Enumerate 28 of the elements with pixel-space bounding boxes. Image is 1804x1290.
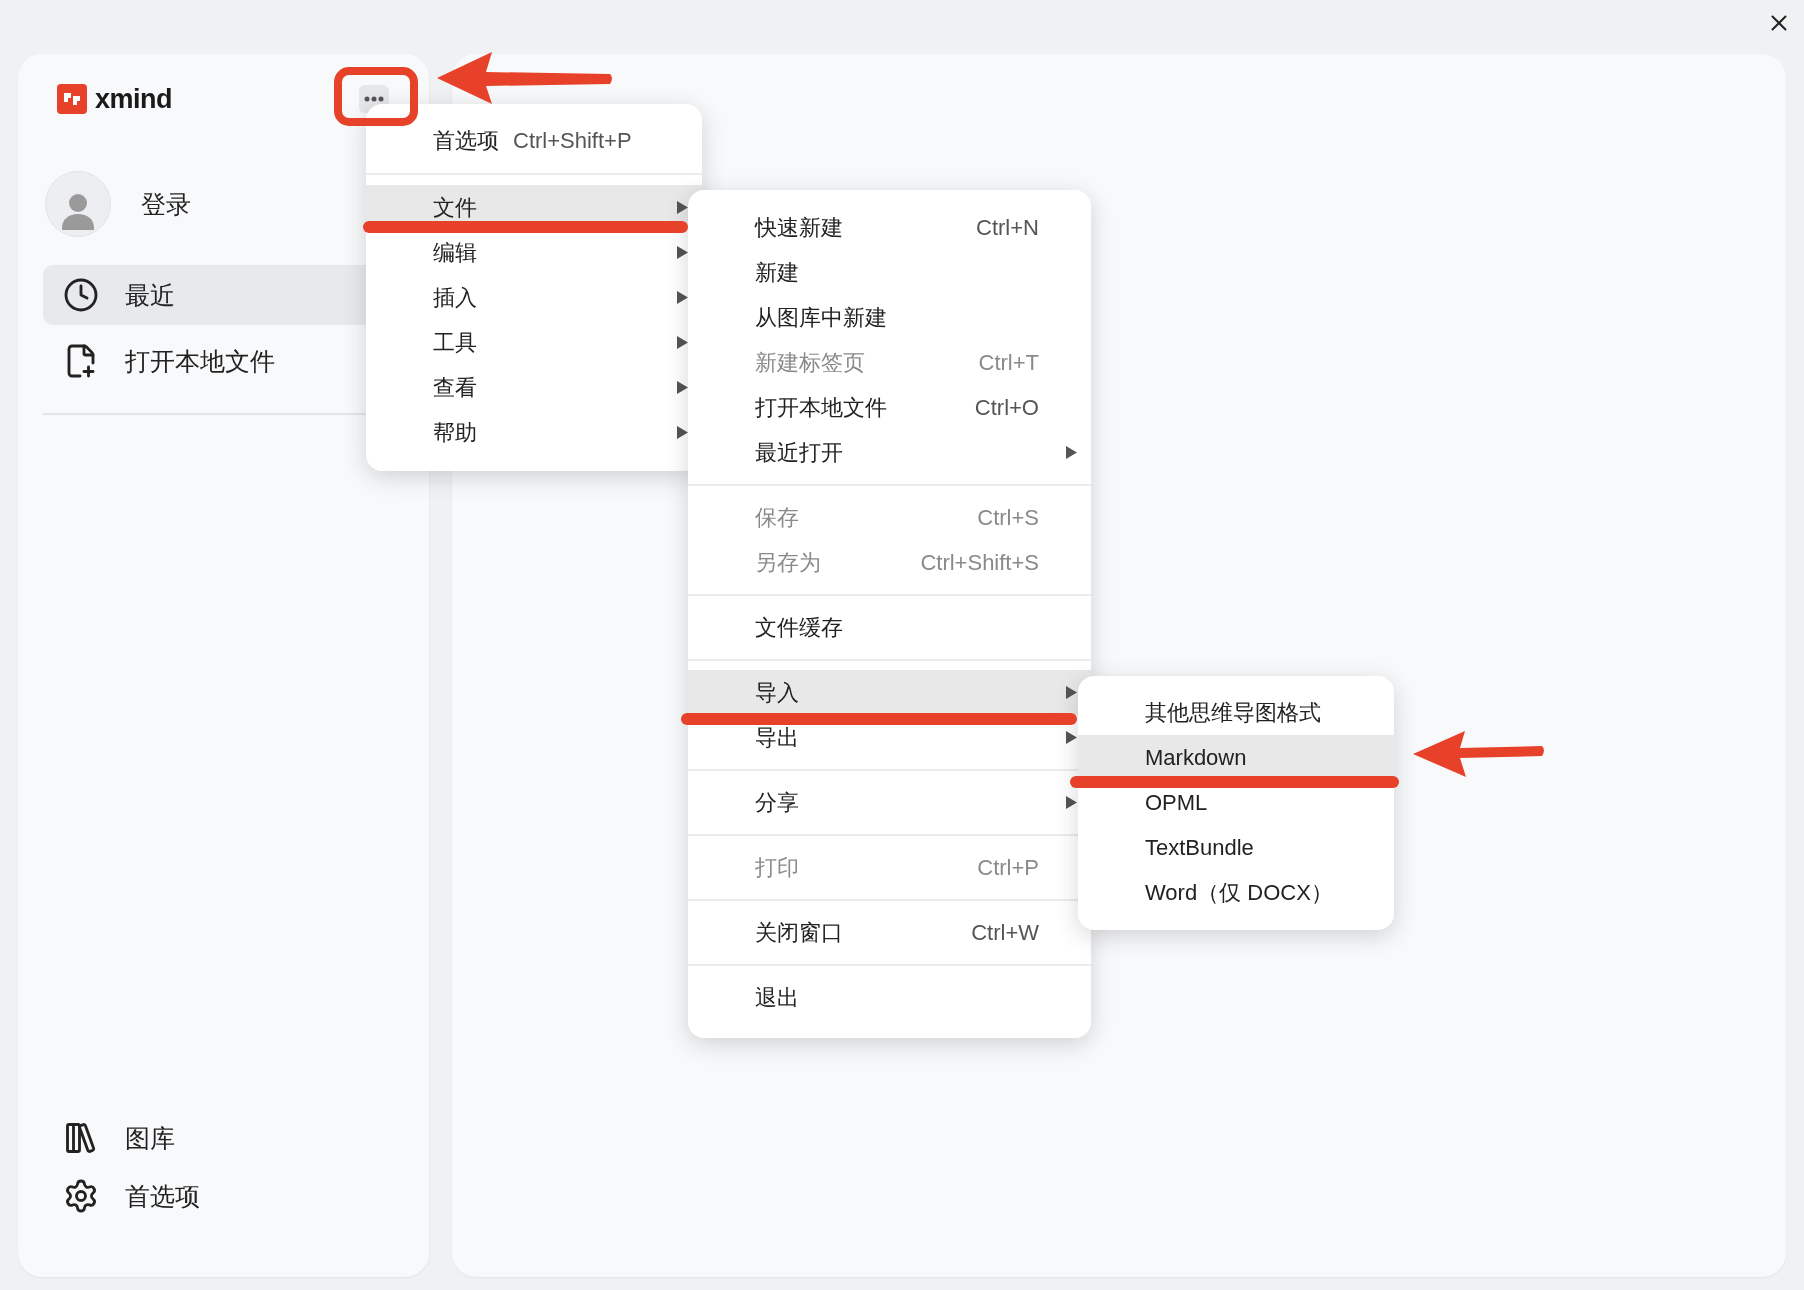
clock-icon [63, 277, 99, 313]
menu-item[interactable]: 首选项 Ctrl+Shift+P [366, 118, 702, 163]
menu-item[interactable]: 打开本地文件 Ctrl+O [688, 385, 1091, 430]
logo-text: xmind [95, 83, 172, 115]
submenu-arrow-icon [677, 426, 688, 439]
menu-item[interactable]: 最近打开 [688, 430, 1091, 475]
logo-icon [57, 84, 87, 114]
menu-item[interactable]: 文件缓存 [688, 605, 1091, 650]
submenu-arrow-icon [677, 201, 688, 214]
menu-item[interactable]: 导入 [688, 670, 1091, 715]
settings-icon [63, 1178, 99, 1214]
login-link[interactable]: 登录 [141, 187, 191, 221]
dots-icon [364, 96, 384, 102]
submenu-arrow-icon [1066, 731, 1077, 744]
menu-item[interactable]: 从图库中新建 [688, 295, 1091, 340]
submenu-arrow-icon [677, 336, 688, 349]
submenu-arrow-icon [1066, 796, 1077, 809]
sidebar-item[interactable]: 图库 [18, 1109, 429, 1167]
menu-item[interactable]: TextBundle [1078, 825, 1394, 870]
submenu-arrow-icon [677, 381, 688, 394]
sidebar-item[interactable]: 打开本地文件 [43, 331, 413, 391]
submenu-arrow-icon [1066, 686, 1077, 699]
submenu-arrow-icon [677, 246, 688, 259]
menu-item[interactable]: 退出 [688, 975, 1091, 1020]
submenu-arrow-icon [1066, 446, 1077, 459]
sidebar-item[interactable]: 首选项 [18, 1167, 429, 1225]
submenu-arrow-icon [677, 291, 688, 304]
menu-item[interactable]: 新建 [688, 250, 1091, 295]
